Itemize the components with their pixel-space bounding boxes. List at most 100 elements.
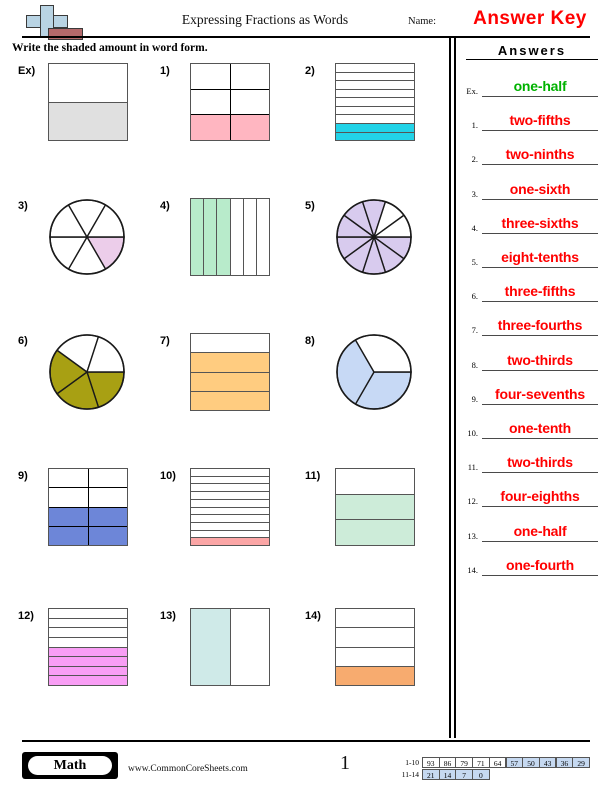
unshaded-part bbox=[49, 488, 89, 507]
answer-value: one-sixth bbox=[509, 180, 571, 197]
problem-number: 5) bbox=[305, 200, 315, 212]
grid-row bbox=[49, 469, 128, 489]
unshaded-part bbox=[191, 508, 269, 516]
problem-number: 9) bbox=[18, 470, 28, 482]
shaded-part bbox=[88, 526, 127, 545]
shaded-part bbox=[191, 391, 269, 410]
score-cell: 86 bbox=[438, 757, 457, 768]
problem-number: Ex) bbox=[18, 65, 36, 77]
answer-number: 2. bbox=[471, 154, 478, 165]
unshaded-part bbox=[191, 89, 231, 115]
unshaded-part bbox=[49, 64, 127, 103]
column-divider-left bbox=[449, 38, 451, 738]
grid-row bbox=[49, 526, 127, 545]
unshaded-part bbox=[49, 638, 127, 648]
problem-figure bbox=[335, 63, 415, 141]
grid-row bbox=[191, 115, 269, 141]
answer-number: 14. bbox=[467, 564, 478, 575]
unshaded-part bbox=[244, 199, 257, 275]
answer-number: 13. bbox=[467, 530, 478, 541]
brand-label: Math bbox=[53, 758, 87, 773]
problem-number: 4) bbox=[160, 200, 170, 212]
answer-row: 8. two-thirds bbox=[458, 337, 600, 371]
fraction-grid bbox=[190, 63, 270, 141]
shaded-part bbox=[49, 666, 127, 677]
fraction-bar-horizontal bbox=[335, 608, 415, 686]
unshaded-part bbox=[336, 628, 414, 648]
page-number: 1 bbox=[340, 752, 350, 774]
answer-value: four-sevenths bbox=[495, 385, 585, 402]
answer-number: 6. bbox=[471, 291, 478, 302]
problem-figure bbox=[190, 468, 270, 546]
answer-key-title: Answer Key bbox=[473, 8, 587, 29]
unshaded-part bbox=[191, 484, 269, 493]
unshaded-part bbox=[49, 619, 127, 629]
fraction-bar-vertical bbox=[190, 608, 270, 686]
answer-value: two-thirds bbox=[507, 454, 573, 471]
unshaded-part bbox=[231, 609, 270, 685]
score-table: 1-10 93 86 79 71 64 57 50 43 36 29 11-14 21 14 7 0 bbox=[396, 757, 590, 781]
shaded-part bbox=[49, 676, 127, 685]
fraction-bar-horizontal bbox=[48, 608, 128, 686]
header-divider bbox=[22, 36, 590, 38]
answer-number: 9. bbox=[471, 393, 478, 404]
fraction-circle bbox=[336, 199, 412, 275]
math-brand-badge: Math bbox=[22, 752, 118, 779]
score-cell: 36 bbox=[555, 757, 574, 768]
problem-figure bbox=[48, 63, 128, 141]
unshaded-part bbox=[336, 98, 414, 107]
shaded-part bbox=[336, 520, 414, 546]
problem-number: 6) bbox=[18, 335, 28, 347]
unshaded-part bbox=[231, 199, 244, 275]
shaded-part bbox=[49, 102, 127, 140]
name-label: Name: bbox=[408, 16, 436, 27]
answer-number: 4. bbox=[471, 222, 478, 233]
answer-number: 11. bbox=[467, 462, 478, 473]
shaded-part bbox=[336, 666, 414, 685]
answer-row: 5. eight-tenths bbox=[458, 234, 600, 268]
unshaded-part bbox=[191, 334, 269, 354]
answer-row: 10. one-tenth bbox=[458, 405, 600, 439]
shaded-part bbox=[204, 199, 218, 275]
fraction-bar-horizontal bbox=[190, 468, 270, 546]
score-cell: 29 bbox=[572, 757, 590, 768]
unshaded-part bbox=[191, 477, 269, 485]
answer-number: 10. bbox=[467, 428, 478, 438]
answer-number: 12. bbox=[467, 496, 478, 507]
column-divider-right bbox=[454, 38, 456, 738]
answer-number: 3. bbox=[471, 188, 478, 199]
fraction-circle bbox=[49, 334, 125, 410]
problem-figure bbox=[335, 333, 413, 416]
unshaded-part bbox=[49, 469, 89, 488]
unshaded-part bbox=[336, 90, 414, 99]
logo-book-shape bbox=[48, 28, 83, 40]
problem-figure bbox=[335, 198, 413, 281]
score-cell: 57 bbox=[505, 757, 524, 768]
answer-row: 13. one-half bbox=[458, 508, 600, 542]
score-cell: 71 bbox=[472, 757, 490, 768]
unshaded-part bbox=[89, 469, 128, 487]
answer-value: one-half bbox=[513, 522, 567, 539]
answer-row: 6. three-fifths bbox=[458, 268, 600, 303]
shaded-part bbox=[49, 657, 127, 667]
website-url: www.CommonCoreSheets.com bbox=[128, 764, 248, 774]
unshaded-part bbox=[336, 648, 414, 667]
problem-number: 10) bbox=[160, 470, 176, 482]
problem-number: 3) bbox=[18, 200, 28, 212]
problem-number: 12) bbox=[18, 610, 34, 622]
shaded-part bbox=[191, 115, 231, 141]
score-cell: 14 bbox=[438, 769, 457, 780]
shaded-part bbox=[336, 132, 414, 141]
problem-figure bbox=[335, 608, 415, 686]
score-cell: 79 bbox=[455, 757, 473, 768]
answer-value: three-fourths bbox=[497, 317, 583, 334]
fraction-circle bbox=[336, 334, 412, 410]
unshaded-part bbox=[191, 515, 269, 523]
fraction-bar-vertical bbox=[190, 198, 270, 276]
answer-value: two-fifths bbox=[509, 112, 571, 129]
unshaded-part bbox=[336, 115, 414, 124]
fraction-bar-horizontal bbox=[48, 63, 128, 141]
shaded-part bbox=[191, 609, 231, 685]
shaded-part bbox=[191, 372, 269, 392]
problem-figure bbox=[48, 468, 128, 546]
